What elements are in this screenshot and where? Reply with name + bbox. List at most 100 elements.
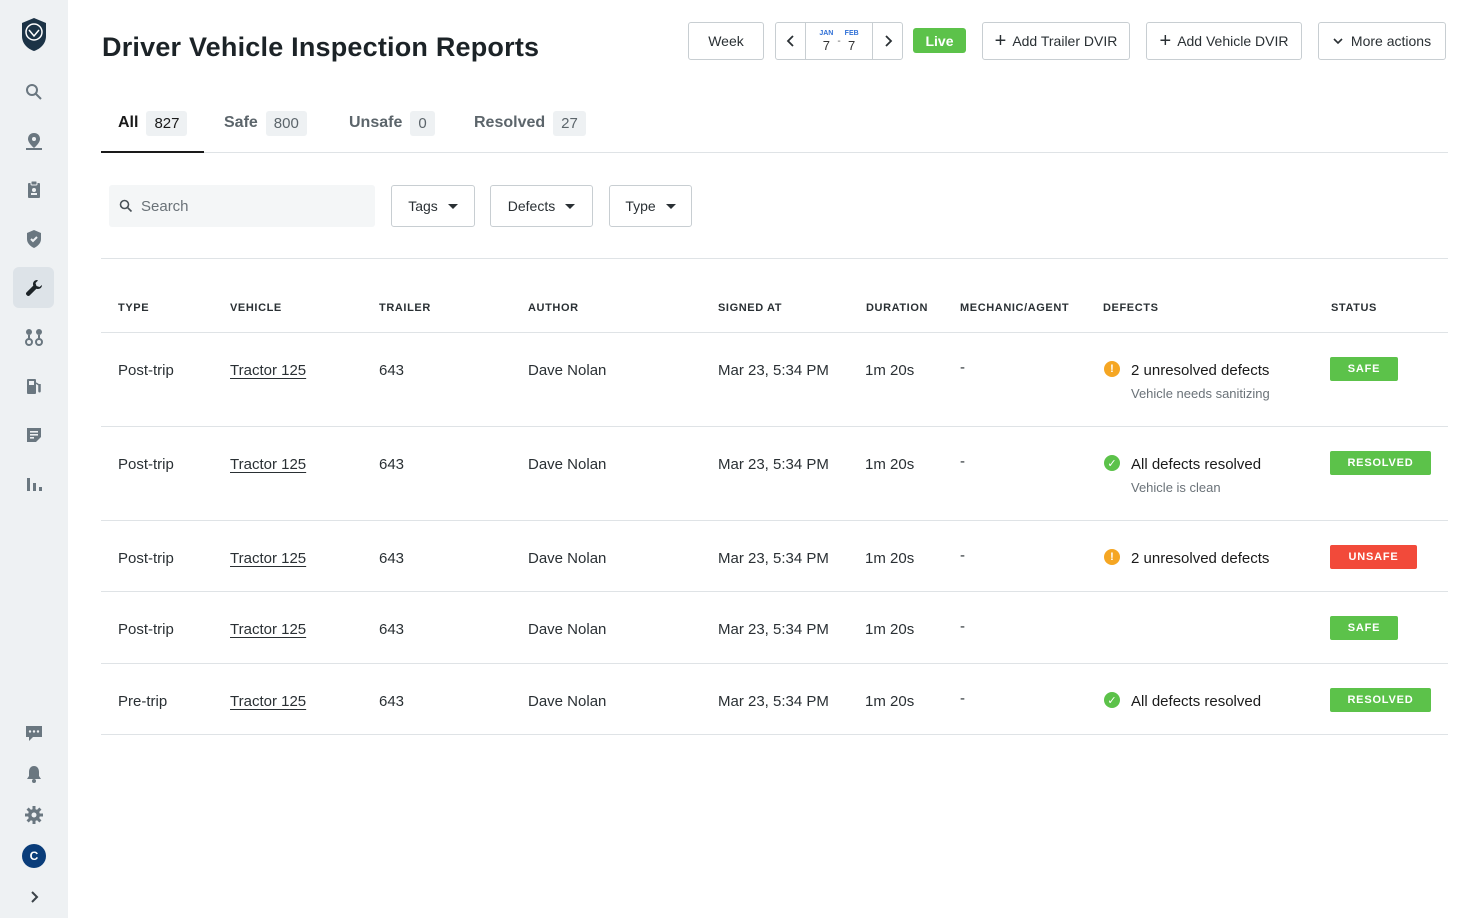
table-row[interactable]: Post-trip Tractor 125 643 Dave Nolan Mar…: [101, 520, 1448, 592]
prev-range-button[interactable]: [776, 23, 806, 59]
date-to-day: 7: [848, 38, 856, 53]
status-badge: SAFE: [1330, 616, 1398, 640]
routes-icon[interactable]: [13, 316, 54, 357]
date-range[interactable]: JAN 7 - FEB 7: [806, 23, 872, 59]
active-tab-indicator: [101, 151, 204, 153]
week-button[interactable]: Week: [688, 22, 764, 60]
page-title: Driver Vehicle Inspection Reports: [102, 32, 540, 62]
tab-resolved[interactable]: Resolved 27: [474, 110, 586, 136]
row-author: Dave Nolan: [528, 362, 607, 379]
tags-filter-dropdown[interactable]: Tags: [391, 185, 475, 227]
row-author: Dave Nolan: [528, 621, 607, 638]
row-type: Pre-trip: [118, 693, 168, 710]
row-mechanic: -: [960, 359, 965, 376]
logo-icon[interactable]: [20, 16, 48, 52]
column-header-trailer[interactable]: TRAILER: [379, 302, 431, 314]
document-icon[interactable]: [13, 414, 54, 455]
tab-count: 827: [146, 110, 188, 136]
tab-label: Safe: [224, 114, 258, 131]
tab-label: Resolved: [474, 114, 546, 131]
bar-chart-icon[interactable]: [13, 463, 54, 504]
tab-label: All: [118, 114, 139, 131]
row-trailer: 643: [379, 456, 405, 473]
row-signed-at: Mar 23, 5:34 PM: [718, 693, 829, 710]
tab-all[interactable]: All 827: [118, 110, 188, 136]
add-vehicle-dvir-label: Add Vehicle DVIR: [1177, 33, 1289, 49]
next-range-button[interactable]: [872, 23, 902, 59]
avatar[interactable]: C: [22, 844, 46, 868]
search-box[interactable]: [109, 185, 375, 227]
row-author: Dave Nolan: [528, 550, 607, 567]
column-header-signed-at[interactable]: SIGNED AT: [718, 302, 782, 314]
type-filter-dropdown[interactable]: Type: [609, 185, 692, 227]
table-row[interactable]: Post-trip Tractor 125 643 Dave Nolan Mar…: [101, 591, 1448, 663]
row-duration: 1m 20s: [865, 362, 915, 379]
add-vehicle-dvir-button[interactable]: + Add Vehicle DVIR: [1146, 22, 1302, 60]
status-badge: RESOLVED: [1330, 688, 1431, 712]
search-icon[interactable]: [13, 71, 54, 112]
clipboard-icon[interactable]: [13, 169, 54, 210]
vehicle-link[interactable]: Tractor 125: [230, 456, 306, 473]
divider: [101, 734, 1448, 735]
search-input[interactable]: [141, 197, 341, 215]
defect-title: All defects resolved: [1131, 456, 1262, 473]
chat-icon[interactable]: [13, 712, 54, 753]
sidebar: C: [0, 0, 68, 918]
column-header-type[interactable]: TYPE: [118, 302, 149, 314]
live-button[interactable]: Live: [913, 28, 966, 53]
add-trailer-dvir-label: Add Trailer DVIR: [1012, 33, 1118, 49]
defects-filter-label: Defects: [507, 198, 556, 214]
vehicle-link[interactable]: Tractor 125: [230, 621, 306, 638]
date-range-nav: JAN 7 - FEB 7: [775, 22, 903, 60]
check-icon: ✓: [1104, 455, 1120, 471]
vehicle-link[interactable]: Tractor 125: [230, 362, 306, 379]
add-trailer-dvir-button[interactable]: + Add Trailer DVIR: [982, 22, 1130, 60]
tab-unsafe[interactable]: Unsafe 0: [349, 110, 435, 136]
table-row[interactable]: Pre-trip Tractor 125 643 Dave Nolan Mar …: [101, 663, 1448, 735]
table-row[interactable]: Post-trip Tractor 125 643 Dave Nolan Mar…: [101, 426, 1448, 521]
row-mechanic: -: [960, 453, 965, 470]
chevron-right-icon[interactable]: [13, 876, 54, 917]
tab-safe[interactable]: Safe 800: [224, 110, 307, 136]
fuel-icon[interactable]: [13, 365, 54, 406]
shield-icon[interactable]: [13, 218, 54, 259]
row-trailer: 643: [379, 550, 405, 567]
wrench-icon[interactable]: [13, 267, 54, 308]
more-actions-button[interactable]: More actions: [1318, 22, 1446, 60]
row-duration: 1m 20s: [865, 550, 915, 567]
table-row[interactable]: Post-trip Tractor 125 643 Dave Nolan Mar…: [101, 332, 1448, 427]
defects-filter-dropdown[interactable]: Defects: [490, 185, 593, 227]
column-header-duration[interactable]: DURATION: [866, 302, 928, 314]
vehicle-link[interactable]: Tractor 125: [230, 550, 306, 567]
row-signed-at: Mar 23, 5:34 PM: [718, 550, 829, 567]
defect-title: 2 unresolved defects: [1131, 550, 1270, 567]
row-author: Dave Nolan: [528, 693, 607, 710]
row-type: Post-trip: [118, 362, 174, 379]
more-actions-label: More actions: [1350, 33, 1432, 49]
chevron-down-icon: [1333, 37, 1343, 45]
tags-filter-label: Tags: [408, 198, 438, 214]
chevron-left-icon: [786, 35, 794, 47]
map-pin-icon[interactable]: [13, 120, 54, 161]
row-signed-at: Mar 23, 5:34 PM: [718, 456, 829, 473]
column-header-author[interactable]: AUTHOR: [528, 302, 579, 314]
warning-icon: !: [1104, 549, 1120, 565]
row-signed-at: Mar 23, 5:34 PM: [718, 621, 829, 638]
column-header-status[interactable]: STATUS: [1331, 302, 1377, 314]
row-mechanic: -: [960, 690, 965, 707]
tab-count: 27: [553, 110, 586, 136]
gear-icon[interactable]: [13, 794, 54, 835]
column-header-vehicle[interactable]: VEHICLE: [230, 302, 282, 314]
defect-title: 2 unresolved defects: [1131, 362, 1270, 379]
plus-icon: +: [994, 30, 1007, 52]
column-header-mechanic[interactable]: MECHANIC/AGENT: [960, 302, 1069, 314]
row-signed-at: Mar 23, 5:34 PM: [718, 362, 829, 379]
bell-icon[interactable]: [13, 753, 54, 794]
type-filter-label: Type: [625, 198, 656, 214]
row-type: Post-trip: [118, 550, 174, 567]
row-duration: 1m 20s: [865, 621, 915, 638]
caret-down-icon: [665, 203, 676, 209]
vehicle-link[interactable]: Tractor 125: [230, 693, 306, 710]
column-header-defects[interactable]: DEFECTS: [1103, 302, 1159, 314]
row-type: Post-trip: [118, 621, 174, 638]
